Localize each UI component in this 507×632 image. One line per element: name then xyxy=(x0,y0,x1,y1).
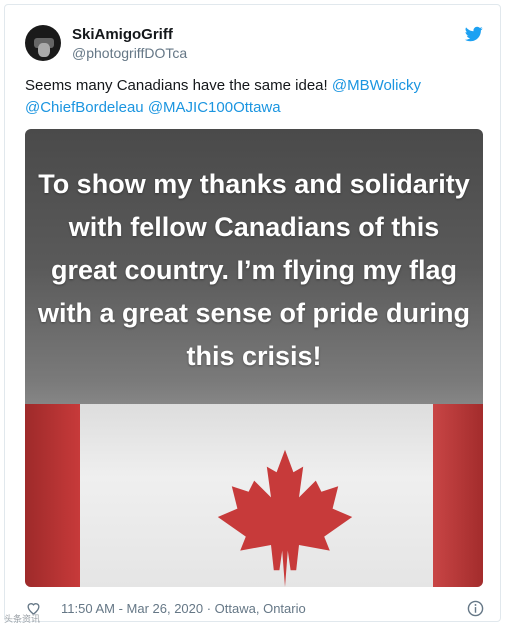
mention-mbwolicky[interactable]: @MBWolicky xyxy=(332,77,421,94)
tweet-footer: 11:50 AM - Mar 26, 2020 · Ottawa, Ontari… xyxy=(25,599,484,619)
user-handle[interactable]: @photogriffDOTca xyxy=(72,45,187,61)
tweet-text-intro: Seems many Canadians have the same idea! xyxy=(25,77,332,94)
flag-red-band-right xyxy=(433,404,483,587)
display-name[interactable]: SkiAmigoGriff xyxy=(72,26,173,43)
mention-chiefbordeleau[interactable]: @ChiefBordeleau xyxy=(25,99,144,116)
info-icon[interactable] xyxy=(467,600,484,617)
twitter-bird-icon[interactable] xyxy=(464,25,484,43)
tweet-card: SkiAmigoGriff @photogriffDOTca Seems man… xyxy=(4,4,501,622)
avatar-face xyxy=(38,43,50,57)
tweet-timestamp[interactable]: 11:50 AM - Mar 26, 2020 · Ottawa, Ontari… xyxy=(61,601,306,616)
maple-leaf-icon xyxy=(217,449,353,587)
flag-red-band-left xyxy=(25,404,80,587)
image-caption-text: To show my thanks and solidarity with fe… xyxy=(37,169,471,371)
watermark: 头条资讯 xyxy=(4,614,41,624)
mention-majic100ottawa[interactable]: @MAJIC100Ottawa xyxy=(148,99,281,116)
tweet-text: Seems many Canadians have the same idea!… xyxy=(25,75,485,119)
avatar[interactable] xyxy=(25,25,61,61)
tweet-media-image[interactable]: To show my thanks and solidarity with fe… xyxy=(25,129,483,587)
